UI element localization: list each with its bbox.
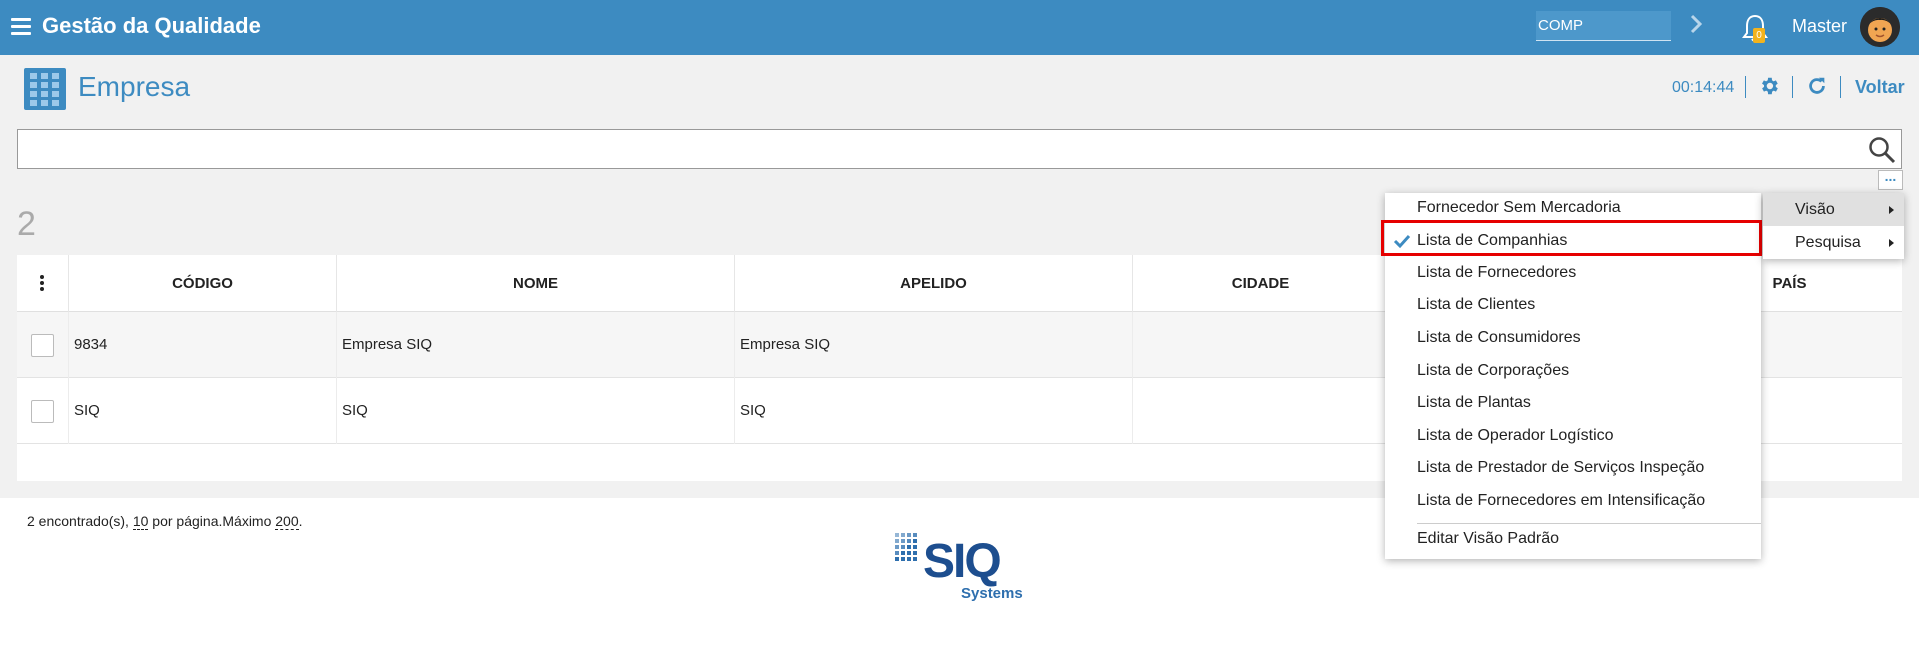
siq-systems-logo: SIQ Systems: [895, 533, 1023, 602]
row-select-cell: [17, 378, 69, 444]
menu-item-editar-visao-padrao[interactable]: Editar Visão Padrão: [1385, 524, 1761, 554]
submenu-item-pesquisa[interactable]: Pesquisa: [1763, 226, 1904, 259]
options-submenu: Visão Pesquisa: [1763, 193, 1904, 259]
notification-badge: 0: [1753, 28, 1765, 43]
submenu-item-label: Pesquisa: [1795, 234, 1861, 251]
end-text: .: [298, 513, 303, 529]
per-page-selector[interactable]: 10: [132, 513, 149, 530]
divider: [1745, 76, 1746, 98]
gear-icon[interactable]: [1758, 75, 1780, 97]
column-header-codigo[interactable]: CÓDIGO: [69, 255, 337, 312]
max-selector[interactable]: 200: [275, 513, 299, 530]
menu-item-lista-de-fornecedores-intensificacao[interactable]: Lista de Fornecedores em Intensificação: [1385, 486, 1761, 516]
caret-right-icon: [1889, 239, 1894, 247]
page-title: Empresa: [78, 71, 191, 102]
menu-item-lista-de-corporacoes[interactable]: Lista de Corporações: [1385, 356, 1761, 386]
divider: [1792, 76, 1793, 98]
logo-subtext: Systems: [961, 585, 1023, 602]
column-options[interactable]: [17, 255, 69, 312]
chevron-right-icon[interactable]: [1684, 12, 1708, 36]
found-text: 2 encontrado(s),: [27, 513, 133, 529]
refresh-icon[interactable]: [1806, 75, 1828, 97]
cell-codigo: SIQ: [69, 378, 337, 444]
company-input[interactable]: [1536, 11, 1671, 41]
cell-codigo: 9834: [69, 312, 337, 378]
session-timer: 00:14:44: [1672, 79, 1735, 96]
search-icon[interactable]: [1867, 135, 1897, 165]
result-count: 2: [17, 205, 36, 243]
menu-item-lista-de-operador-logistico[interactable]: Lista de Operador Logístico: [1385, 421, 1761, 451]
cell-nome: Empresa SIQ: [337, 312, 735, 378]
avatar[interactable]: [1860, 7, 1900, 47]
selection-highlight: [1381, 220, 1762, 256]
cell-nome: SIQ: [337, 378, 735, 444]
menu-item-lista-de-consumidores[interactable]: Lista de Consumidores: [1385, 323, 1761, 353]
cell-apelido: Empresa SIQ: [735, 312, 1133, 378]
menu-item-lista-de-prestador[interactable]: Lista de Prestador de Serviços Inspeção: [1385, 453, 1761, 483]
building-icon: [24, 68, 66, 110]
hamburger-icon[interactable]: [11, 18, 31, 36]
divider: [1840, 76, 1841, 98]
row-checkbox[interactable]: [31, 334, 54, 357]
menu-item-fornecedor-sem-mercadoria[interactable]: Fornecedor Sem Mercadoria: [1385, 193, 1761, 223]
column-header-apelido[interactable]: APELIDO: [735, 255, 1133, 312]
kebab-icon[interactable]: [40, 275, 44, 291]
caret-right-icon: [1889, 206, 1894, 214]
cell-cidade: [1133, 378, 1389, 444]
menu-item-lista-de-plantas[interactable]: Lista de Plantas: [1385, 388, 1761, 418]
column-header-nome[interactable]: NOME: [337, 255, 735, 312]
app-title: Gestão da Qualidade: [42, 13, 261, 38]
submenu-item-visao[interactable]: Visão: [1763, 193, 1904, 226]
menu-item-lista-de-clientes[interactable]: Lista de Clientes: [1385, 290, 1761, 320]
search-input[interactable]: [18, 130, 1858, 168]
pagination-info: 2 encontrado(s), 10 por página.Máximo 20…: [27, 513, 303, 530]
menu-item-lista-de-fornecedores[interactable]: Lista de Fornecedores: [1385, 258, 1761, 288]
back-button[interactable]: Voltar: [1855, 77, 1905, 98]
user-name[interactable]: Master: [1792, 16, 1847, 37]
more-options-button[interactable]: ...: [1878, 169, 1903, 190]
search-box: [17, 129, 1902, 169]
cell-apelido: SIQ: [735, 378, 1133, 444]
column-header-cidade[interactable]: CIDADE: [1133, 255, 1389, 312]
row-checkbox[interactable]: [31, 400, 54, 423]
top-bar: Gestão da Qualidade 0 Master: [0, 0, 1919, 55]
cell-cidade: [1133, 312, 1389, 378]
submenu-item-label: Visão: [1795, 201, 1835, 218]
row-select-cell: [17, 312, 69, 378]
per-page-text: por página.Máximo: [148, 513, 276, 529]
logo-text: SIQ: [923, 535, 1000, 588]
